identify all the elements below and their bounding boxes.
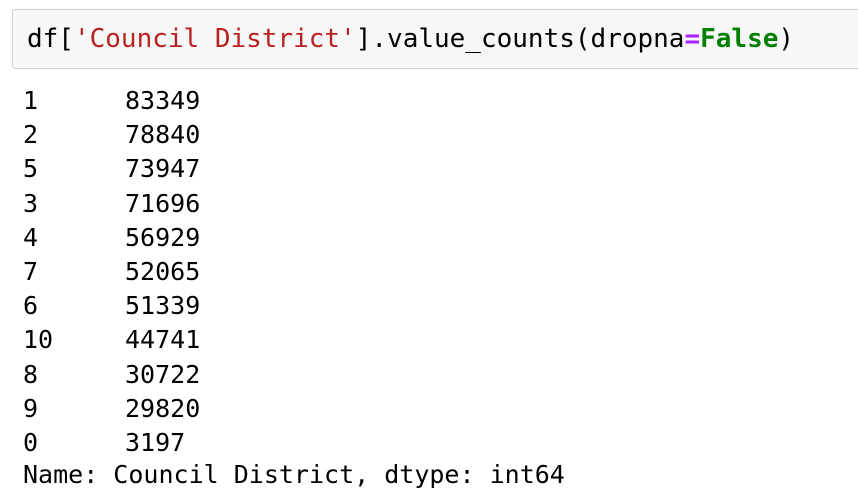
row-index: 4 — [23, 222, 39, 252]
row-value: 30722 — [125, 359, 201, 389]
row-value: 73947 — [125, 154, 201, 184]
row-index: 0 — [23, 427, 39, 457]
row-index: 6 — [23, 291, 39, 321]
row-index: 8 — [23, 359, 39, 389]
row-index: 7 — [23, 256, 39, 286]
code-input-cell[interactable]: df['Council District'].value_counts(drop… — [12, 9, 858, 69]
code-token-df: df[ — [27, 24, 74, 54]
row-value: 51339 — [125, 291, 201, 321]
code-token-false-keyword: False — [700, 24, 779, 54]
series-info-footer: Name: Council District, dtype: int64 — [23, 460, 565, 489]
row-index: 2 — [23, 120, 39, 150]
row-index: 1 — [23, 86, 39, 115]
code-token-column-string: 'Council District' — [73, 24, 356, 54]
row-value: 56929 — [125, 222, 201, 252]
row-value: 29820 — [125, 393, 201, 423]
code-token-close-paren: ) — [778, 24, 795, 54]
row-index: 9 — [23, 393, 39, 423]
code-token-method-call: ].value_counts(dropna — [355, 24, 685, 54]
row-index: 5 — [23, 154, 39, 184]
row-value: 71696 — [125, 188, 201, 218]
row-value: 52065 — [125, 256, 201, 286]
row-value: 3197 — [125, 427, 186, 457]
row-index: 10 — [23, 325, 54, 355]
code-line[interactable]: df['Council District'].value_counts(drop… — [27, 22, 794, 56]
code-token-equals-operator: = — [684, 24, 701, 54]
row-value: 78840 — [125, 120, 201, 150]
row-index: 3 — [23, 188, 39, 218]
row-value: 83349 — [125, 86, 201, 115]
row-value: 44741 — [125, 325, 201, 355]
